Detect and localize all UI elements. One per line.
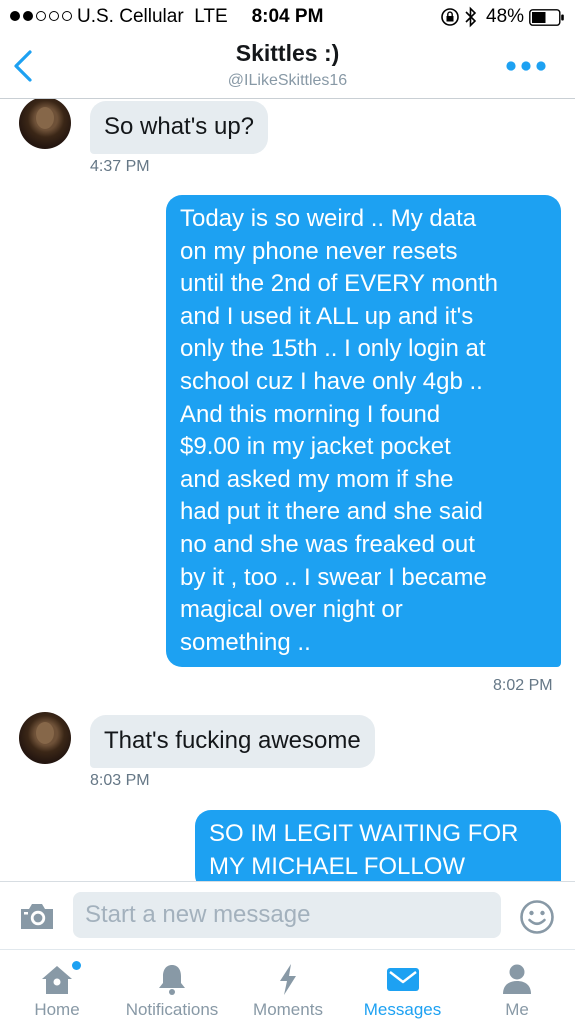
rotation-lock-icon [441,8,459,26]
tab-me[interactable]: Me [487,950,547,1025]
home-badge-dot [72,961,81,970]
camera-icon[interactable] [18,900,56,932]
bell-icon [159,965,185,995]
conversation-header: Skittles :) @ILikeSkittles16 [0,34,575,99]
more-dots-icon[interactable] [504,58,548,74]
message-bubble-outgoing[interactable]: SO IM LEGIT WAITING FOR MY MICHAEL FOLLO… [195,810,561,881]
bluetooth-icon [465,6,477,28]
message-composer [0,881,575,950]
tab-messages[interactable]: Messages [355,950,450,1025]
home-icon [42,966,72,994]
message-bubble-incoming[interactable]: That's fucking awesome [90,715,375,768]
message-timestamp: 8:03 PM [90,772,150,789]
tab-label: Me [505,1000,529,1019]
tab-home[interactable]: Home [17,950,97,1025]
message-thread[interactable]: So what's up? 4:37 PM Today is so weird … [0,99,575,881]
status-bar: U.S. Cellular LTE 8:04 PM 48% [0,0,575,34]
message-bubble-incoming[interactable]: So what's up? [90,101,269,154]
battery-percentage: 48% [486,6,525,27]
avatar[interactable] [19,99,71,149]
conversation-handle: @ILikeSkittles16 [227,72,348,89]
person-icon [503,964,531,994]
tab-label: Messages [363,1000,442,1019]
envelope-icon [386,968,419,991]
tab-label: Moments [253,1000,323,1019]
tab-notifications[interactable]: Notifications [112,950,232,1025]
lightning-icon [280,964,296,995]
emoji-icon[interactable] [519,899,555,935]
conversation-title: Skittles :) [235,40,340,66]
avatar[interactable] [19,712,71,764]
message-bubble-outgoing[interactable]: Today is so weird .. My data on my phone… [166,195,561,668]
tab-label: Notifications [125,1000,219,1019]
message-timestamp: 4:37 PM [90,158,150,175]
message-timestamp: 8:02 PM [493,677,553,694]
message-input[interactable] [73,892,501,938]
tab-label: Home [34,1000,80,1019]
battery-icon [529,9,564,26]
tab-bar: Home Notifications Moments Messages Me [0,949,575,1025]
tab-moments[interactable]: Moments [243,950,333,1025]
